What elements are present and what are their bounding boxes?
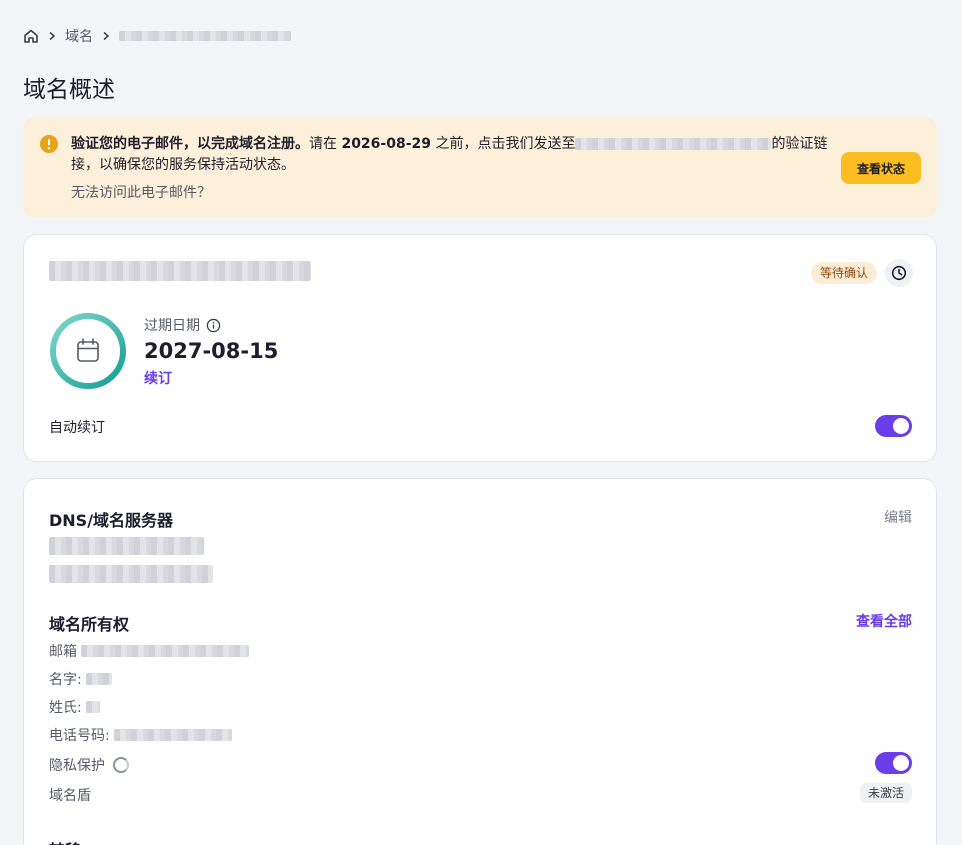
domain-shield-label: 域名盾 [49, 788, 91, 804]
alert-text-a: 请在 [309, 136, 337, 152]
info-icon[interactable] [206, 318, 221, 333]
owner-first-name-row: 名字: [49, 669, 112, 689]
expiry-label-text: 过期日期 [144, 318, 200, 334]
calendar-icon [77, 338, 99, 362]
auto-renew-label: 自动续订 [49, 420, 105, 436]
edit-dns-link[interactable]: 编辑 [884, 507, 912, 527]
history-button[interactable] [885, 259, 913, 287]
breadcrumb-current-domain-redacted [119, 31, 291, 41]
domain-details-card: DNS/域名服务器 编辑 域名所有权 查看全部 邮箱 名字: 姓氏: 电话号码:… [23, 478, 937, 845]
nameserver-1-redacted [49, 537, 204, 555]
first-name-label: 名字: [49, 672, 82, 688]
view-status-button[interactable]: 查看状态 [841, 152, 921, 184]
chevron-right-icon [101, 31, 111, 41]
alert-email-redacted [575, 138, 772, 150]
email-value-redacted [81, 645, 249, 657]
owner-last-name-row: 姓氏: [49, 697, 100, 717]
home-icon[interactable] [23, 28, 39, 44]
alert-deadline: 2026-08-29 [341, 136, 432, 152]
email-label: 邮箱 [49, 644, 77, 660]
auto-renew-toggle[interactable] [875, 415, 912, 437]
renew-link[interactable]: 续订 [144, 368, 172, 388]
expiry-progress-ring [50, 313, 126, 389]
dns-section-title: DNS/域名服务器 [49, 511, 174, 530]
page-title: 域名概述 [23, 77, 115, 103]
transfer-section-title: 转移 [49, 837, 81, 845]
domain-summary-card: 等待确认 过期日期 2027-08-15 续订 自动续订 [23, 234, 937, 462]
expiry-label: 过期日期 [144, 315, 221, 335]
last-name-redacted [85, 701, 100, 713]
privacy-row: 隐私保护 [49, 755, 129, 775]
domain-shield-status-badge: 未激活 [859, 783, 912, 803]
phone-label: 电话号码: [49, 728, 110, 744]
owner-phone-row: 电话号码: [49, 725, 232, 745]
status-badge: 等待确认 [810, 262, 877, 284]
chevron-right-icon [47, 31, 57, 41]
warning-icon [40, 135, 58, 153]
breadcrumb-domains[interactable]: 域名 [65, 26, 93, 46]
expiry-date: 2027-08-15 [144, 339, 279, 363]
alert-text-b: 之前，点击我们发送至 [435, 136, 576, 152]
alert-bold-text: 验证您的电子邮件，以完成域名注册。 [71, 136, 309, 152]
clock-icon [891, 265, 907, 281]
nameserver-2-redacted [49, 565, 213, 583]
privacy-label: 隐私保护 [49, 758, 105, 774]
alert-message: 验证您的电子邮件，以完成域名注册。请在 2026-08-29 之前，点击我们发送… [71, 134, 835, 176]
owner-email-row: 邮箱 [49, 641, 249, 661]
first-name-redacted [85, 673, 112, 685]
view-all-link[interactable]: 查看全部 [856, 611, 912, 631]
privacy-toggle[interactable] [875, 752, 912, 774]
ownership-section-title: 域名所有权 [49, 615, 130, 634]
domain-name-redacted [49, 261, 311, 281]
phone-redacted [113, 729, 232, 741]
help-icon[interactable] [113, 757, 129, 773]
last-name-label: 姓氏: [49, 700, 82, 716]
cannot-access-email-link[interactable]: 无法访问此电子邮件？ [71, 182, 211, 202]
breadcrumb: 域名 [23, 27, 291, 45]
verify-email-alert: 验证您的电子邮件，以完成域名注册。请在 2026-08-29 之前，点击我们发送… [23, 118, 937, 217]
